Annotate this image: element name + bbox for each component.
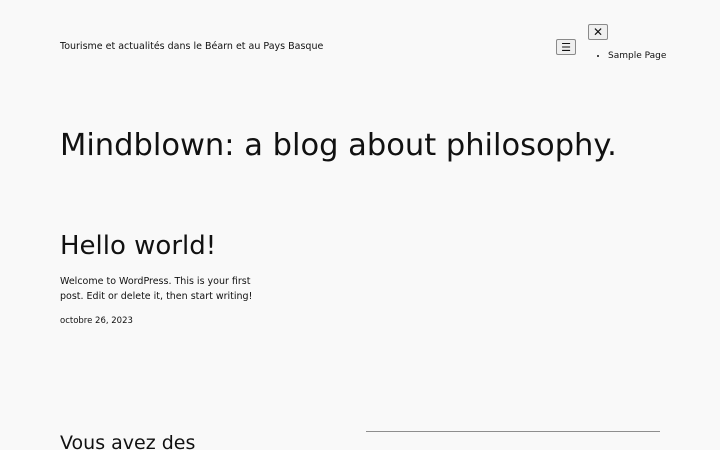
site-title: Mindblown: a blog about philosophy. (60, 128, 617, 163)
post-date-link[interactable]: octobre 26, 2023 (60, 316, 133, 326)
post-excerpt: Welcome to WordPress. This is your first… (60, 276, 253, 302)
footer-heading: Vous avez des (60, 432, 196, 450)
navigation-menu: Sample Page (608, 50, 666, 62)
nav-link-sample-page[interactable]: Sample Page (608, 51, 666, 61)
page: Tourisme et actualités dans le Béarn et … (0, 0, 720, 450)
post-title: Hello world! (60, 228, 216, 264)
close-menu-button[interactable]: ✕ (588, 24, 608, 40)
post-date: octobre 26, 2023 (60, 315, 133, 327)
footer-divider (366, 431, 660, 432)
open-menu-button[interactable]: ☰ (556, 39, 576, 55)
nav-item-sample-page: Sample Page (608, 50, 666, 62)
site-tagline: Tourisme et actualités dans le Béarn et … (60, 41, 324, 52)
post-title-link[interactable]: Hello world! (60, 231, 216, 261)
